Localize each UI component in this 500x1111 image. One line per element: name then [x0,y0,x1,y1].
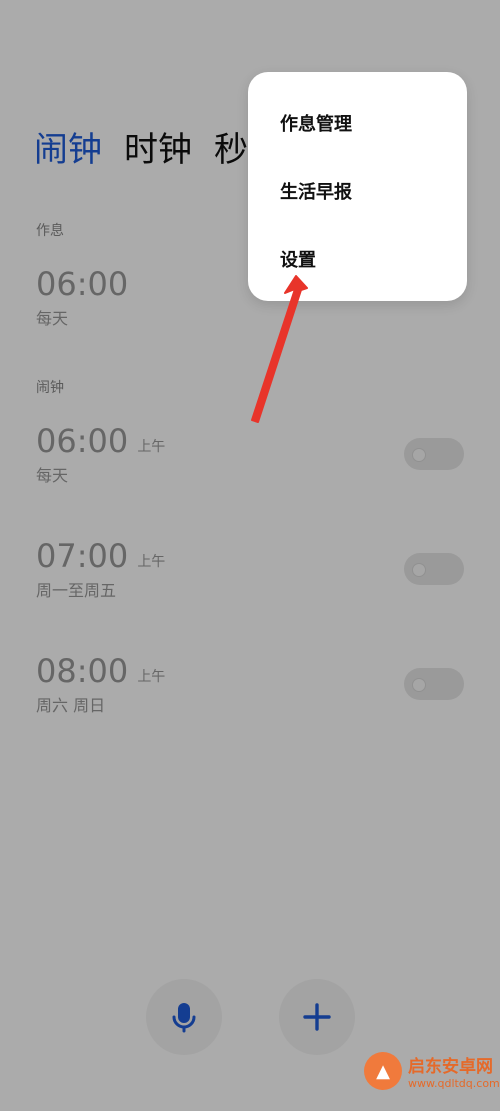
watermark: ▲ 启东安卓网 www.qdltdq.com [364,1052,500,1090]
watermark-logo-icon: ▲ [364,1052,402,1090]
annotation-arrow [251,275,308,423]
watermark-name: 启东安卓网 [408,1057,493,1077]
watermark-url: www.qdltdq.com [408,1077,500,1090]
